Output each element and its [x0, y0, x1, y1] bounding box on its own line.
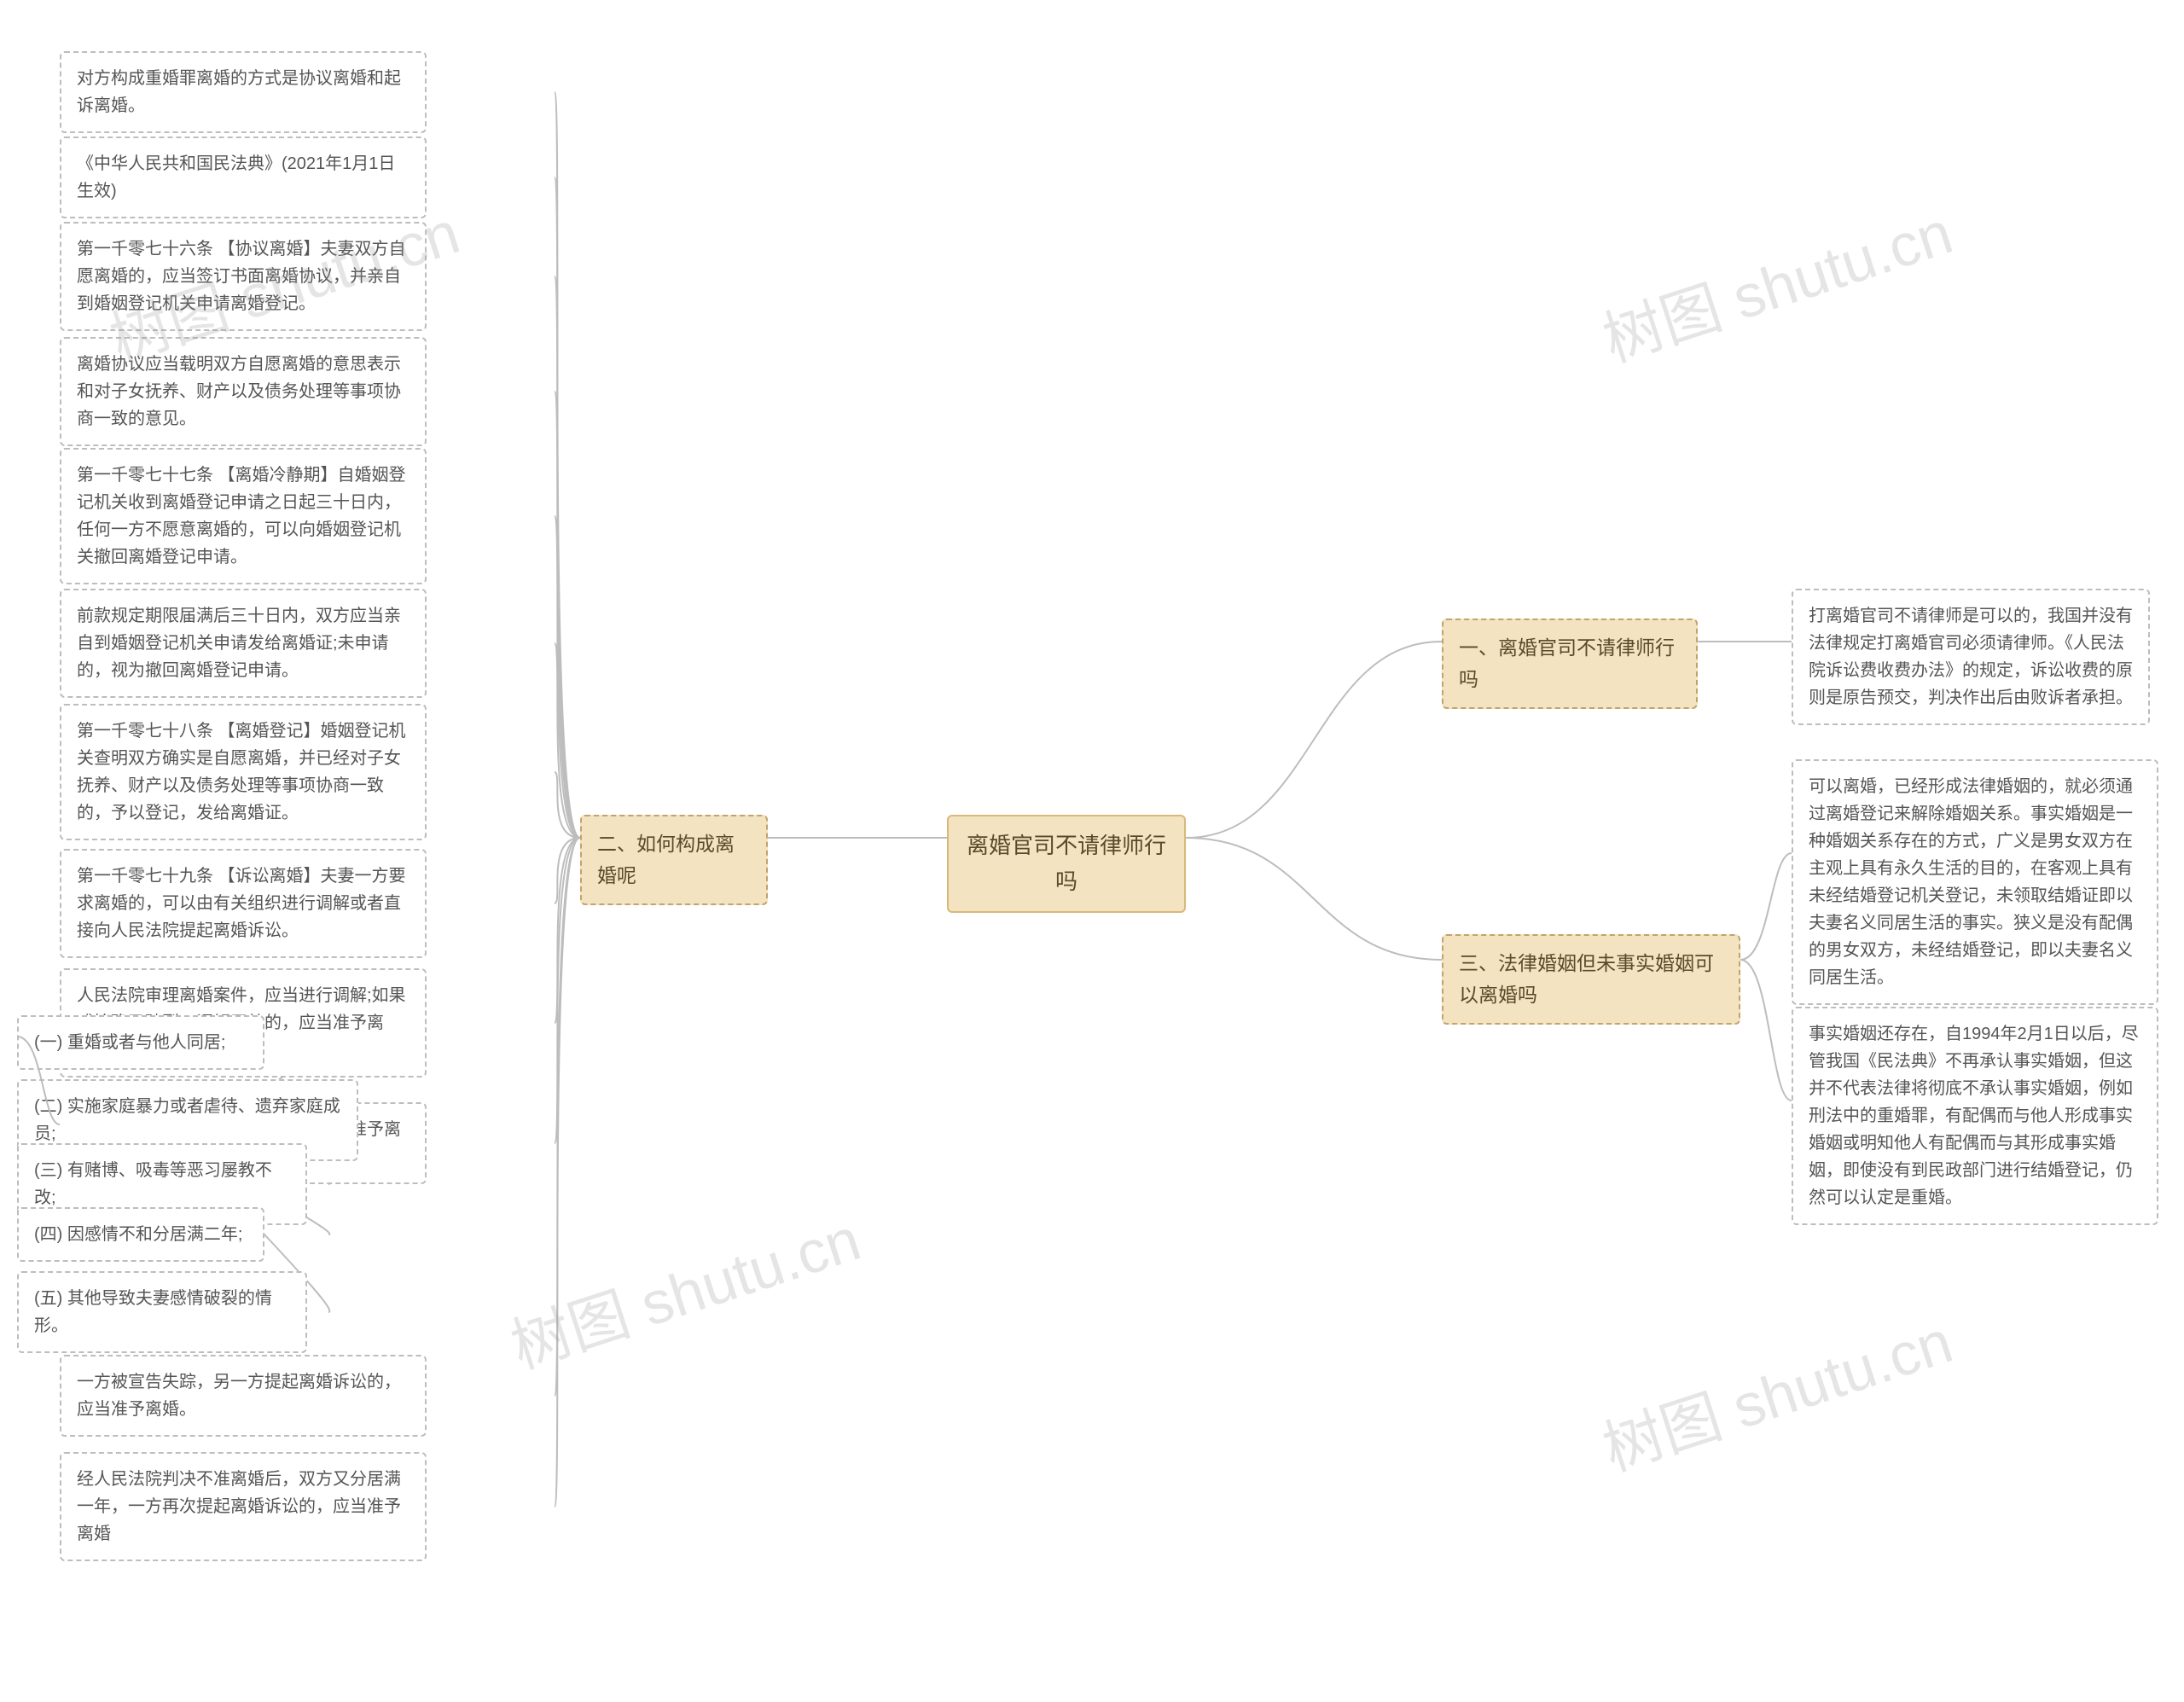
branch-2-leaf-2: 《中华人民共和国民法典》(2021年1月1日生效) — [60, 137, 427, 218]
branch-3-leaf-1: 可以离婚，已经形成法律婚姻的，就必须通过离婚登记来解除婚姻关系。事实婚姻是一种婚… — [1792, 759, 2158, 1005]
watermark: 树图 shutu.cn — [1591, 185, 1962, 379]
branch-1[interactable]: 一、离婚官司不请律师行吗 — [1442, 619, 1698, 709]
branch-2-leaf-5: 第一千零七十七条 【离婚冷静期】自婚姻登记机关收到离婚登记申请之日起三十日内，任… — [60, 448, 427, 584]
branch-2-leaf-6: 前款规定期限届满后三十日内，双方应当亲自到婚姻登记机关申请发给离婚证;未申请的，… — [60, 589, 427, 698]
branch-2-leaf-8: 第一千零七十九条 【诉讼离婚】夫妻一方要求离婚的，可以由有关组织进行调解或者直接… — [60, 849, 427, 958]
branch-2-leaf-3: 第一千零七十六条 【协议离婚】夫妻双方自愿离婚的，应当签订书面离婚协议，并亲自到… — [60, 222, 427, 331]
mindmap-root[interactable]: 离婚官司不请律师行吗 — [947, 815, 1186, 913]
branch-2-leaf-12: 经人民法院判决不准离婚后，双方又分居满一年，一方再次提起离婚诉讼的，应当准予离婚 — [60, 1452, 427, 1561]
branch-2[interactable]: 二、如何构成离婚呢 — [580, 815, 768, 905]
watermark: 树图 shutu.cn — [1591, 1294, 1962, 1488]
branch-1-leaf-1: 打离婚官司不请律师是可以的，我国并没有法律规定打离婚官司必须请律师。《人民法院诉… — [1792, 589, 2150, 725]
branch-2-leaf-1: 对方构成重婚罪离婚的方式是协议离婚和起诉离婚。 — [60, 51, 427, 133]
branch-2-leaf-10-sub-5: (五) 其他导致夫妻感情破裂的情形。 — [17, 1271, 307, 1353]
branch-3-leaf-2: 事实婚姻还存在，自1994年2月1日以后，尽管我国《民法典》不再承认事实婚姻，但… — [1792, 1007, 2158, 1225]
branch-2-leaf-11: 一方被宣告失踪，另一方提起离婚诉讼的，应当准予离婚。 — [60, 1355, 427, 1437]
branch-3[interactable]: 三、法律婚姻但未事实婚姻可以离婚吗 — [1442, 934, 1740, 1025]
branch-2-leaf-7: 第一千零七十八条 【离婚登记】婚姻登记机关查明双方确实是自愿离婚，并已经对子女抚… — [60, 704, 427, 840]
branch-2-leaf-4: 离婚协议应当载明双方自愿离婚的意思表示和对子女抚养、财产以及债务处理等事项协商一… — [60, 337, 427, 446]
branch-2-leaf-10-sub-4: (四) 因感情不和分居满二年; — [17, 1207, 264, 1262]
watermark: 树图 shutu.cn — [499, 1192, 870, 1385]
branch-2-leaf-10-sub-1: (一) 重婚或者与他人同居; — [17, 1015, 264, 1070]
